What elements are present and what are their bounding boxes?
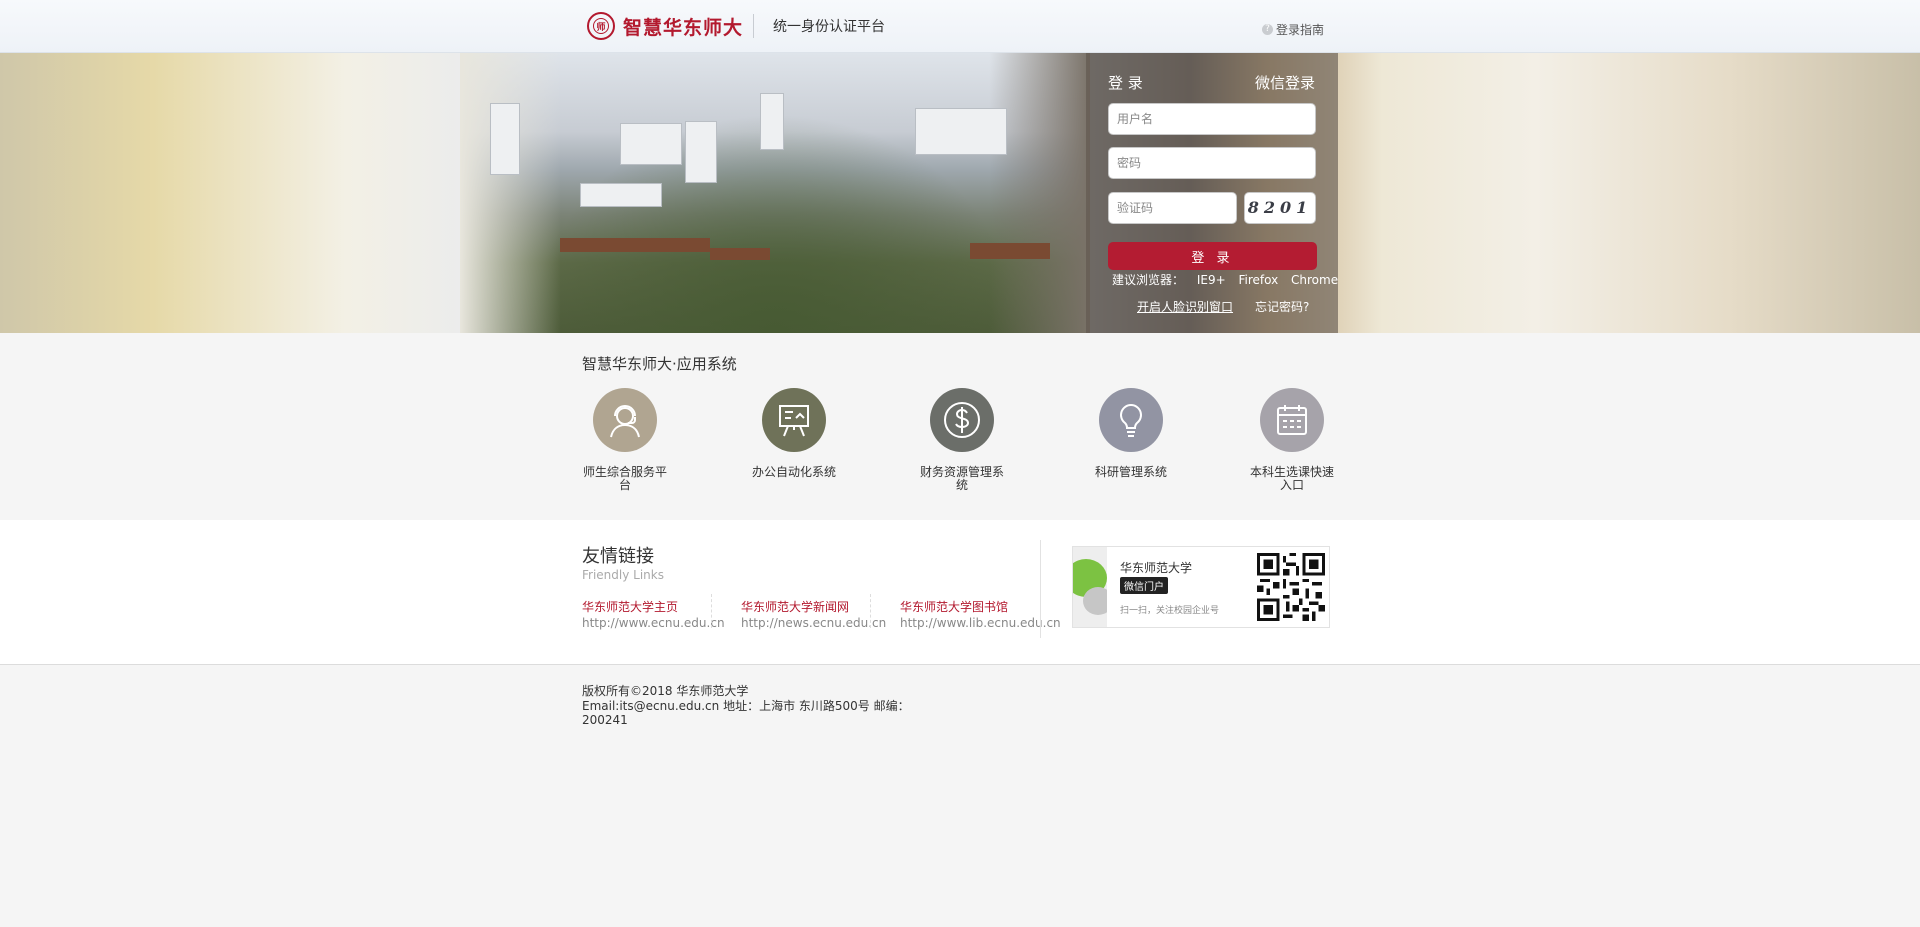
qr-code-icon: [1257, 553, 1325, 621]
login-guide-link[interactable]: ? 登录指南: [1262, 21, 1324, 38]
building-roof-shape: [710, 248, 770, 260]
browser-firefox: Firefox: [1238, 273, 1279, 287]
wechat-account-name: 华东师范大学: [1120, 561, 1193, 575]
app-item-service-platform[interactable]: 师生综合服务平台: [580, 388, 670, 492]
building-shape: [580, 183, 662, 207]
building-shape: [490, 103, 520, 175]
app-label: 财务资源管理系统: [919, 465, 1004, 492]
app-item-course-selection[interactable]: 本科生选课快速入口: [1247, 388, 1337, 492]
building-shape: [685, 121, 717, 183]
logo-text: 智慧华东师大: [623, 16, 744, 39]
footer: 版权所有©2018 华东师范大学 Email:its@ecnu.edu.cn 地…: [0, 664, 1920, 927]
contact-text: Email:its@ecnu.edu.cn 地址：上海市 东川路500号 邮编：…: [582, 699, 910, 727]
face-recognition-link[interactable]: 开启人脸识别窗口: [1137, 298, 1233, 315]
tab-login[interactable]: 登 录: [1108, 72, 1143, 93]
dollar-icon: [930, 388, 994, 452]
building-shape: [915, 108, 1007, 155]
help-icon: ?: [1262, 24, 1273, 35]
wechat-description: 扫一扫，关注校园企业号: [1120, 606, 1220, 616]
app-item-finance[interactable]: 财务资源管理系统: [917, 388, 1007, 492]
link-url: http://www.ecnu.edu.cn: [582, 616, 725, 630]
tab-wechat-login[interactable]: 微信登录: [1255, 72, 1315, 93]
links-subtitle: Friendly Links: [582, 568, 664, 582]
captcha-input[interactable]: [1108, 192, 1237, 224]
site-logo[interactable]: 师 智慧华东师大: [587, 10, 743, 42]
building-roof-shape: [560, 238, 710, 252]
link-ecnu-home[interactable]: 华东师范大学主页 http://www.ecnu.edu.cn: [582, 598, 725, 630]
link-name: 华东师范大学新闻网: [741, 600, 850, 614]
friendly-links-section: 友情链接 Friendly Links 华东师范大学主页 http://www.…: [0, 520, 1920, 664]
copyright-text: 版权所有©2018 华东师范大学: [582, 684, 749, 698]
browser-chrome: Chrome: [1291, 273, 1339, 287]
lightbulb-icon: [1099, 388, 1163, 452]
app-label: 本科生选课快速入口: [1249, 465, 1334, 492]
presentation-board-icon: [762, 388, 826, 452]
header-divider: [753, 14, 754, 38]
app-item-research[interactable]: 科研管理系统: [1086, 388, 1176, 479]
captcha-image[interactable]: 8201: [1244, 192, 1316, 224]
app-label: 科研管理系统: [1094, 465, 1167, 479]
campus-photo: [460, 53, 1090, 333]
link-divider: [870, 594, 871, 628]
link-divider: [711, 594, 712, 628]
link-url: http://news.ecnu.edu.cn: [741, 616, 887, 630]
building-shape: [760, 93, 784, 150]
app-item-office-automation[interactable]: 办公自动化系统: [749, 388, 839, 479]
top-header: 师 智慧华东师大 统一身份认证平台 ? 登录指南: [0, 0, 1920, 53]
app-label: 办公自动化系统: [751, 465, 836, 479]
password-input[interactable]: [1108, 147, 1316, 179]
platform-title: 统一身份认证平台: [773, 19, 885, 35]
login-button[interactable]: 登 录: [1108, 242, 1317, 270]
link-url: http://www.lib.ecnu.edu.cn: [900, 616, 1061, 630]
wechat-logo-icon: [1073, 547, 1107, 627]
login-guide-label: 登录指南: [1276, 23, 1325, 37]
building-shape: [620, 123, 682, 165]
university-seal-icon: 师: [587, 12, 615, 40]
section-divider: [1040, 540, 1041, 638]
app-systems-section: 智慧华东师大·应用系统 师生综合服务平台 办公自动化系统 财务资源管理系统 科研…: [0, 333, 1920, 520]
link-ecnu-library[interactable]: 华东师范大学图书馆 http://www.lib.ecnu.edu.cn: [900, 598, 1061, 630]
wechat-badge: 微信门户: [1120, 577, 1168, 594]
calendar-icon: [1260, 388, 1324, 452]
wechat-portal-card[interactable]: 华东师范大学 微信门户 扫一扫，关注校园企业号: [1072, 546, 1330, 628]
seal-glyph: 师: [593, 18, 609, 34]
links-title: 友情链接: [582, 546, 654, 567]
username-input[interactable]: [1108, 103, 1316, 135]
browser-recommendation: 建议浏览器： IE9+ Firefox Chrome: [1112, 271, 1347, 288]
login-panel: 登 录 微信登录 8201 登 录 建议浏览器： IE9+ Firefox Ch…: [1086, 53, 1338, 333]
forgot-password-link[interactable]: 忘记密码?: [1255, 298, 1309, 315]
link-name: 华东师范大学图书馆: [900, 600, 1009, 614]
link-ecnu-news[interactable]: 华东师范大学新闻网 http://news.ecnu.edu.cn: [741, 598, 886, 630]
link-name: 华东师范大学主页: [582, 600, 679, 614]
headset-person-icon: [593, 388, 657, 452]
app-label: 师生综合服务平台: [582, 465, 667, 492]
browser-ie: IE9+: [1196, 273, 1226, 287]
apps-title: 智慧华东师大·应用系统: [582, 355, 737, 373]
campus-banner: [0, 53, 1920, 333]
building-roof-shape: [970, 243, 1050, 259]
browsers-prefix: 建议浏览器：: [1112, 273, 1185, 287]
